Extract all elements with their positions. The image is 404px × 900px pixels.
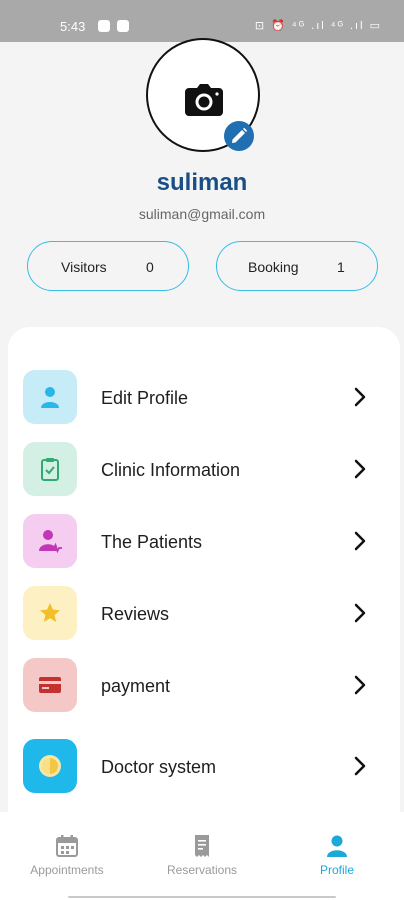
chevron-right-icon (354, 459, 366, 479)
profile-name: suliman (156, 169, 248, 196)
booking-count: 1 (337, 259, 345, 275)
menu-item-edit-profile[interactable]: Edit Profile (8, 370, 400, 426)
menu-item-clinic-information[interactable]: Clinic Information (8, 442, 400, 498)
card-icon (23, 658, 77, 712)
person-icon (23, 370, 77, 424)
home-indicator (68, 896, 336, 898)
visitors-count: 0 (146, 259, 154, 275)
nav-label: Reservations (166, 863, 238, 877)
receipt-icon (195, 835, 209, 857)
status-indicators: ⊡ ⏰ ⁴ᴳ .ıl ⁴ᴳ .ıl ▭ (254, 20, 382, 32)
nav-profile[interactable]: Profile (272, 834, 402, 877)
edit-photo-button[interactable] (224, 121, 254, 151)
chevron-right-icon (354, 675, 366, 695)
nav-label: Profile (319, 863, 354, 877)
pencil-icon (232, 128, 247, 143)
visitors-label: Visitors (61, 259, 107, 275)
camera-icon (185, 84, 223, 116)
profile-email: suliman@gmail.com (138, 206, 266, 222)
menu-item-label: payment (101, 676, 171, 696)
chevron-right-icon (354, 756, 366, 776)
clipboard-icon (23, 442, 77, 496)
nav-appointments[interactable]: Appointments (2, 834, 132, 877)
linkedin-notification-icon (117, 20, 129, 32)
booking-label: Booking (248, 259, 299, 275)
status-time: 5:43 (60, 19, 86, 34)
menu-item-doctor-system[interactable]: Doctor system (8, 739, 400, 795)
bottom-navigation: Appointments Reservations Profile (0, 812, 404, 900)
menu-item-label: Reviews (101, 604, 170, 624)
menu-item-label: Edit Profile (101, 388, 189, 408)
cloud-notification-icon (98, 20, 110, 32)
profile-menu: Edit Profile Clinic Information The Pati… (8, 327, 400, 817)
menu-item-label: The Patients (101, 532, 203, 552)
nav-label: Appointments (30, 863, 104, 877)
menu-item-the-patients[interactable]: The Patients (8, 514, 400, 570)
person-icon (327, 835, 347, 857)
nav-reservations[interactable]: Reservations (137, 834, 267, 877)
menu-item-label: Clinic Information (101, 460, 241, 480)
chevron-right-icon (354, 603, 366, 623)
menu-item-reviews[interactable]: Reviews (8, 586, 400, 642)
menu-item-payment[interactable]: payment (8, 658, 400, 714)
sun-icon (23, 739, 77, 793)
status-bar: 5:43 ⊡ ⏰ ⁴ᴳ .ıl ⁴ᴳ .ıl ▭ (0, 0, 404, 42)
patient-icon (23, 514, 77, 568)
visitors-stat[interactable]: Visitors 0 (27, 241, 189, 291)
star-icon (23, 586, 77, 640)
menu-item-label: Doctor system (101, 757, 217, 777)
chevron-right-icon (354, 531, 366, 551)
calendar-icon (56, 835, 78, 857)
booking-stat[interactable]: Booking 1 (216, 241, 378, 291)
chevron-right-icon (354, 387, 366, 407)
